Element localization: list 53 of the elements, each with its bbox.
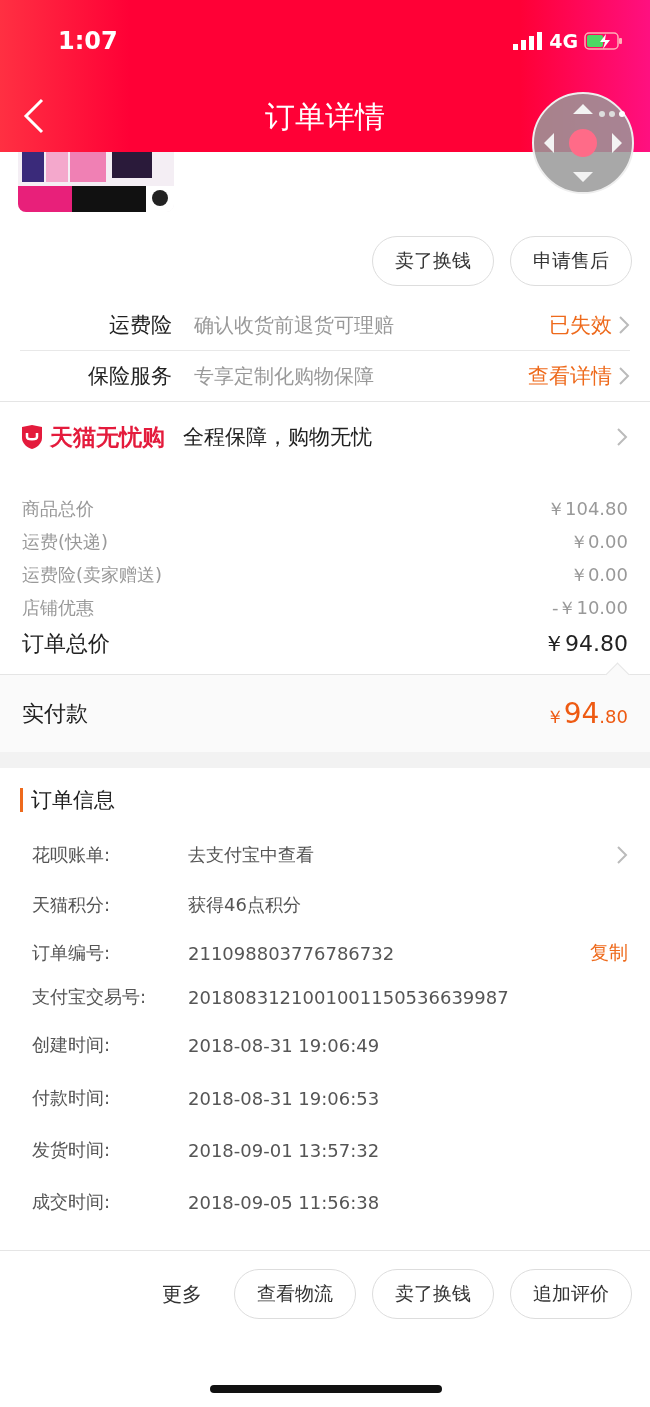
info-value: 211098803776786732: [188, 942, 396, 964]
section-title: 订单信息: [20, 788, 628, 812]
paid-amount: ￥94.80: [545, 697, 628, 730]
service-description: 专享定制化购物保障: [194, 362, 375, 390]
guarantee-text: 全程保障，购物无忧: [183, 424, 373, 451]
fee-label: 店铺优惠: [22, 595, 94, 620]
back-icon[interactable]: [22, 98, 46, 134]
fee-label: 运费(快递): [22, 529, 109, 554]
info-value[interactable]: 去支付宝中查看: [188, 843, 610, 867]
action-button[interactable]: 申请售后: [510, 236, 632, 286]
info-label: 发货时间:: [32, 1138, 112, 1162]
total-label: 订单总价: [22, 630, 110, 658]
info-label: 支付宝交易号:: [32, 985, 148, 1009]
action-button[interactable]: 查看物流: [234, 1269, 356, 1319]
info-value: 获得46点积分: [188, 893, 302, 917]
action-button[interactable]: 追加评价: [510, 1269, 632, 1319]
info-label: 天猫积分:: [32, 893, 112, 917]
shield-icon: [20, 424, 44, 450]
network-label: 4G: [549, 30, 578, 52]
service-label: 保险服务: [87, 363, 172, 390]
battery-icon: [584, 31, 624, 51]
fee-label: 商品总价: [22, 496, 94, 521]
chevron-icon: [618, 315, 630, 335]
total-amount: ￥94.80: [543, 630, 628, 658]
info-label: 订单编号:: [32, 941, 112, 965]
fee-amount: ￥104.80: [547, 496, 628, 521]
service-label: 运费险: [108, 312, 172, 339]
fee-label: 运费险(卖家赠送): [22, 562, 163, 587]
page-title: 订单详情: [265, 97, 385, 136]
info-label: 付款时间:: [32, 1086, 112, 1110]
info-value: 2018-09-01 13:57:32: [188, 1139, 381, 1161]
action-button[interactable]: 卖了换钱: [372, 236, 494, 286]
paid-label: 实付款: [22, 699, 88, 728]
service-description: 确认收货前退货可理赔: [194, 311, 395, 339]
more-link[interactable]: 更多: [162, 1280, 202, 1308]
status-time: 1:07: [58, 27, 118, 55]
info-label: 创建时间:: [32, 1033, 112, 1057]
info-label: 花呗账单:: [32, 843, 112, 867]
fee-amount: -￥10.00: [551, 595, 628, 620]
info-value: 2018-08-31 19:06:49: [188, 1034, 381, 1056]
chevron-icon: [616, 845, 628, 865]
fee-amount: ￥0.00: [569, 562, 628, 587]
info-value: 2018083121001001150536639987: [188, 986, 510, 1008]
chevron-icon: [616, 427, 628, 447]
info-label: 成交时间:: [32, 1190, 112, 1214]
action-button[interactable]: 卖了换钱: [372, 1269, 494, 1319]
assistive-touch-icon[interactable]: [532, 92, 634, 194]
brand-logo-text: 天猫无忧购: [50, 422, 165, 452]
info-value: 2018-08-31 19:06:53: [188, 1087, 381, 1109]
fee-amount: ￥0.00: [569, 529, 628, 554]
signal-icon: [513, 32, 544, 50]
info-value: 2018-09-05 11:56:38: [188, 1191, 381, 1213]
chevron-icon: [618, 366, 630, 386]
